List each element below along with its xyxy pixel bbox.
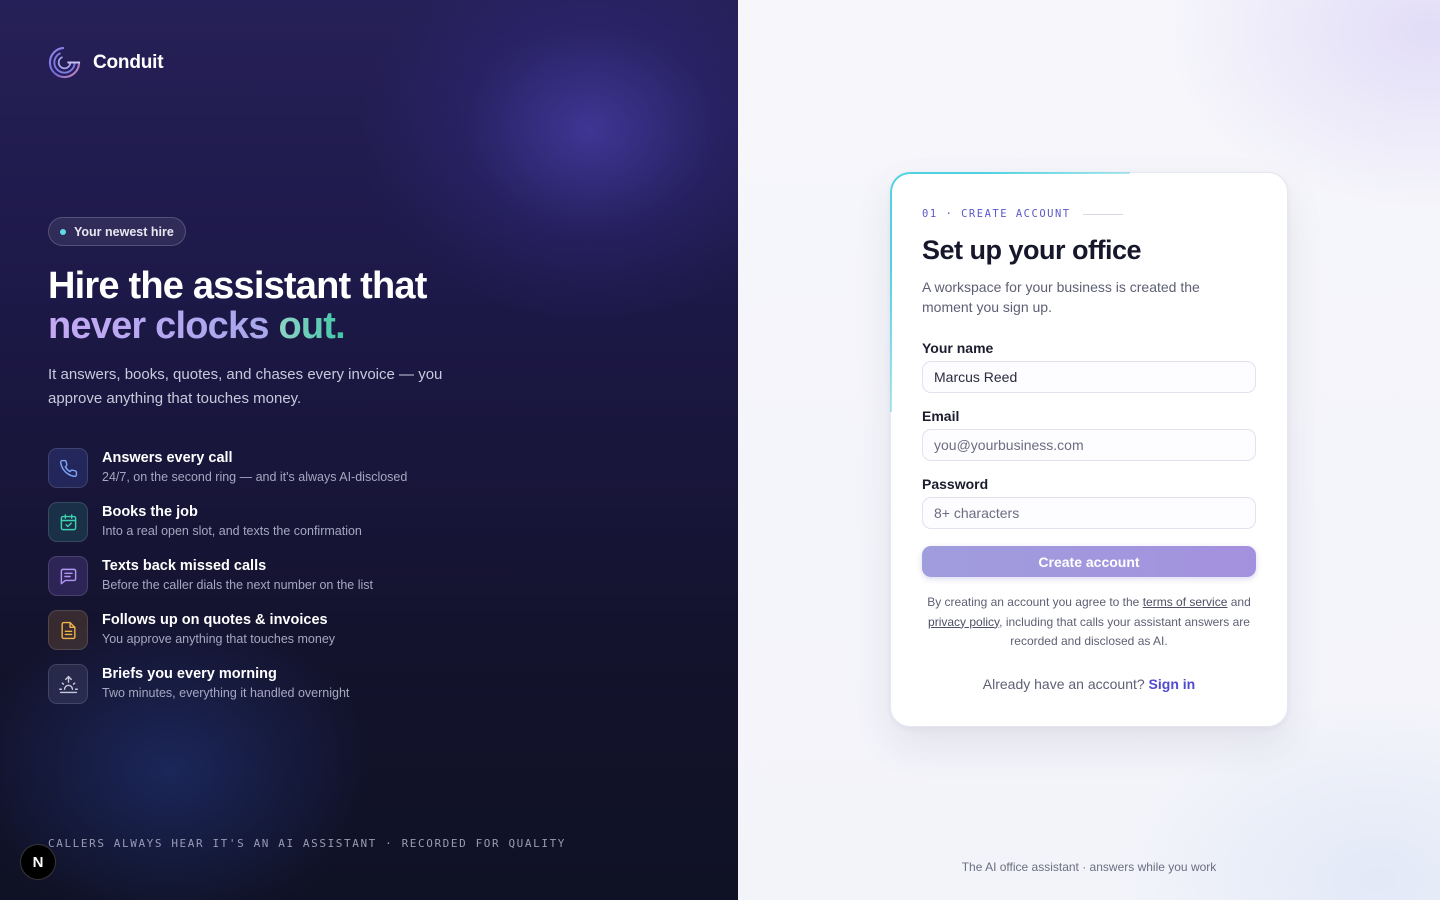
ai-disclosure-footnote: CALLERS ALWAYS HEAR IT'S AN AI ASSISTANT… bbox=[48, 837, 567, 850]
headline-highlight-b: out. bbox=[278, 305, 345, 347]
feature-desc: You approve anything that touches money bbox=[102, 632, 336, 646]
signin-prompt: Already have an account? bbox=[982, 676, 1145, 692]
feature-item: Follows up on quotes & invoices You appr… bbox=[48, 610, 407, 664]
password-input[interactable] bbox=[922, 497, 1256, 529]
password-label: Password bbox=[922, 476, 989, 492]
feature-title: Books the job bbox=[102, 504, 198, 520]
conduit-logo-icon bbox=[48, 46, 81, 79]
document-icon bbox=[48, 610, 88, 650]
hero-headline: Hire the assistant that never clocks out… bbox=[48, 266, 427, 346]
feature-list: Answers every call 24/7, on the second r… bbox=[48, 448, 407, 718]
sunrise-icon bbox=[48, 664, 88, 704]
headline-line-1: Hire the assistant that bbox=[48, 265, 427, 307]
brand-logo[interactable]: Conduit bbox=[48, 46, 164, 79]
step-divider bbox=[1082, 213, 1123, 215]
message-icon bbox=[48, 556, 88, 596]
terms-link[interactable]: terms of service bbox=[1143, 595, 1228, 609]
feature-desc: Into a real open slot, and texts the con… bbox=[102, 524, 362, 538]
feature-item: Answers every call 24/7, on the second r… bbox=[48, 448, 407, 502]
dev-tools-badge[interactable]: N bbox=[20, 844, 56, 880]
pill-label: Your newest hire bbox=[74, 224, 174, 239]
footer-tagline: The AI office assistant · answers while … bbox=[961, 860, 1217, 874]
legal-and: and bbox=[1230, 595, 1251, 609]
step-label: 01 · CREATE ACCOUNT bbox=[922, 208, 1071, 220]
marketing-panel: Conduit Your newest hire Hire the assist… bbox=[0, 0, 738, 900]
phone-icon bbox=[48, 448, 88, 488]
legal-notice: By creating an account you agree to the … bbox=[922, 593, 1256, 652]
feature-title: Follows up on quotes & invoices bbox=[102, 612, 328, 628]
name-label: Your name bbox=[922, 340, 994, 356]
signup-panel: 01 · CREATE ACCOUNT Set up your office A… bbox=[738, 0, 1440, 900]
feature-item: Briefs you every morning Two minutes, ev… bbox=[48, 664, 407, 718]
feature-desc: Before the caller dials the next number … bbox=[102, 578, 373, 592]
feature-title: Briefs you every morning bbox=[102, 666, 277, 682]
feature-title: Texts back missed calls bbox=[102, 558, 267, 574]
email-input[interactable] bbox=[922, 429, 1256, 461]
signin-row: Already have an account? Sign in bbox=[891, 676, 1287, 692]
feature-item: Books the job Into a real open slot, and… bbox=[48, 502, 407, 556]
calendar-check-icon bbox=[48, 502, 88, 542]
privacy-link[interactable]: privacy policy bbox=[928, 615, 999, 629]
legal-prefix: By creating an account you agree to the bbox=[927, 595, 1140, 609]
feature-item: Texts back missed calls Before the calle… bbox=[48, 556, 407, 610]
headline-highlight-a: never clocks bbox=[48, 305, 269, 347]
feature-desc: 24/7, on the second ring — and it's alwa… bbox=[102, 470, 408, 484]
newest-hire-pill: Your newest hire bbox=[48, 217, 186, 246]
signup-card: 01 · CREATE ACCOUNT Set up your office A… bbox=[890, 172, 1288, 727]
headline-line-2: never clocks out. bbox=[48, 306, 427, 346]
status-dot bbox=[60, 228, 66, 235]
create-account-button[interactable]: Create account bbox=[922, 546, 1256, 577]
email-label: Email bbox=[922, 408, 960, 424]
form-title: Set up your office bbox=[922, 235, 1142, 265]
name-input[interactable] bbox=[922, 361, 1256, 393]
step-indicator: 01 · CREATE ACCOUNT bbox=[922, 208, 1123, 220]
hero-subtitle: It answers, books, quotes, and chases ev… bbox=[48, 366, 443, 407]
legal-suffix: , including that calls your assistant an… bbox=[999, 614, 1250, 649]
brand-name: Conduit bbox=[93, 51, 164, 73]
feature-title: Answers every call bbox=[102, 450, 233, 466]
signin-link[interactable]: Sign in bbox=[1149, 676, 1196, 692]
form-subtitle: A workspace for your business is created… bbox=[922, 279, 1200, 315]
feature-desc: Two minutes, everything it handled overn… bbox=[102, 686, 350, 700]
